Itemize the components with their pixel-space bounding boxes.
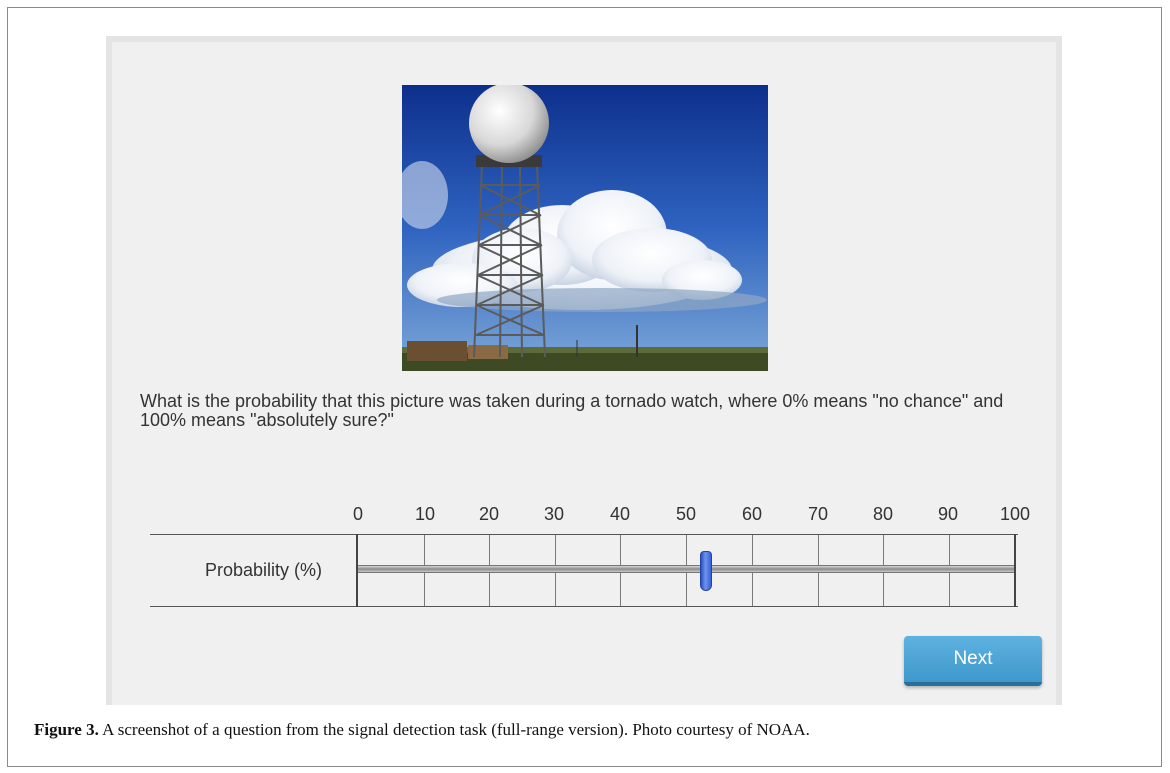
radar-tower-photo bbox=[402, 85, 768, 371]
probability-row-label: Probability (%) bbox=[205, 560, 323, 580]
figure-caption: Figure 3. A screenshot of a question fro… bbox=[34, 720, 810, 740]
slider-thumb[interactable] bbox=[700, 551, 713, 591]
tick-label-100: 100 bbox=[999, 504, 1031, 524]
caption-text: A screenshot of a question from the sign… bbox=[98, 720, 810, 739]
caption-label: Figure 3. bbox=[34, 720, 99, 739]
next-button[interactable]: Next bbox=[904, 636, 1042, 686]
slider-track[interactable] bbox=[358, 565, 1014, 573]
tick-label-10: 10 bbox=[414, 504, 436, 524]
tick-label-90: 90 bbox=[937, 504, 959, 524]
question-photo bbox=[402, 85, 768, 371]
tick-label-70: 70 bbox=[807, 504, 829, 524]
tick-label-60: 60 bbox=[741, 504, 763, 524]
tick-label-50: 50 bbox=[675, 504, 697, 524]
tick-label-20: 20 bbox=[478, 504, 500, 524]
tick-label-0: 0 bbox=[352, 504, 364, 524]
question-text: What is the probability that this pictur… bbox=[140, 391, 1004, 430]
tick-label-40: 40 bbox=[609, 504, 631, 524]
tick-label-30: 30 bbox=[543, 504, 565, 524]
tick-label-80: 80 bbox=[872, 504, 894, 524]
